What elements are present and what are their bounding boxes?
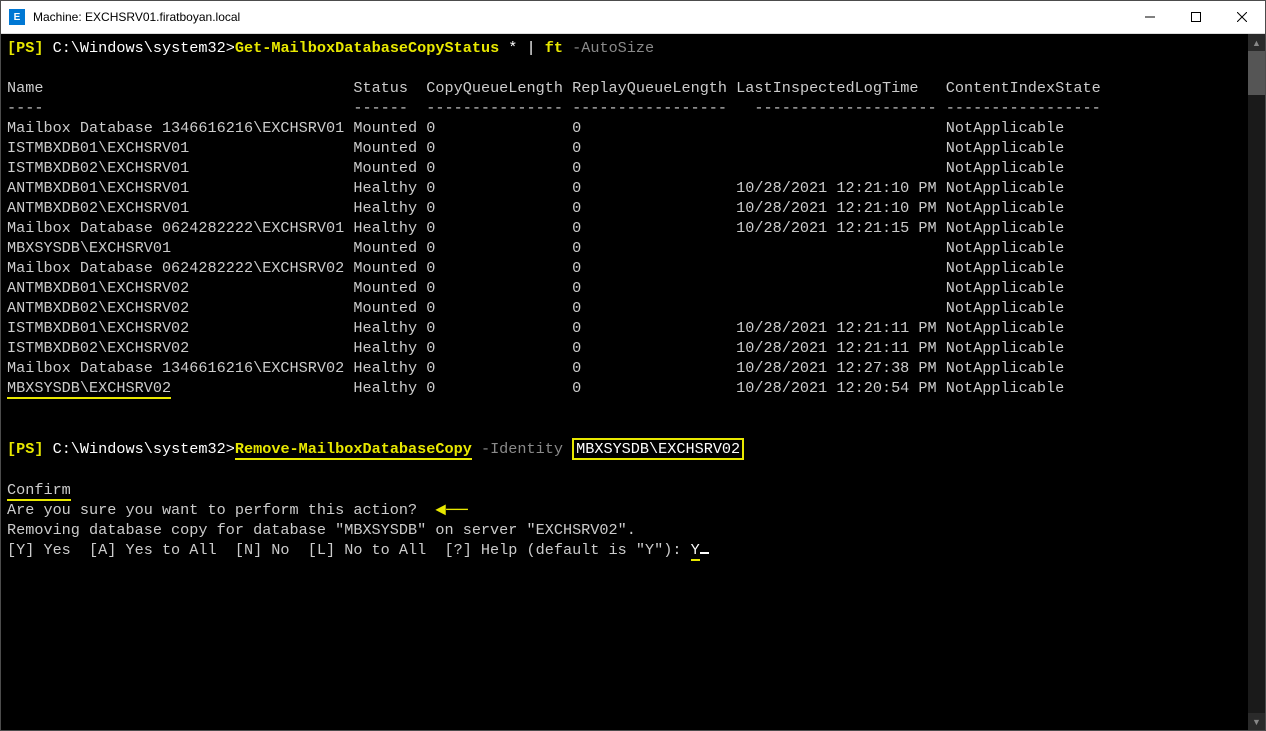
scroll-thumb[interactable] (1248, 51, 1265, 95)
dashes: ---- ------ --------------- ------------… (7, 99, 1101, 117)
table-row-name: Mailbox Database 0624282222\EXCHSRV02 (7, 259, 353, 277)
cmd-identity-value: MBXSYSDB\EXCHSRV02 (572, 438, 744, 460)
table-row: Mailbox Database 1346616216\EXCHSRV02 He… (7, 359, 1064, 377)
terminal-content: [PS] C:\Windows\system32>Get-MailboxData… (7, 38, 1101, 560)
table-row: Mailbox Database 0624282222\EXCHSRV02 Mo… (7, 259, 1064, 277)
table-row-name: ISTMBXDB01\EXCHSRV02 (7, 319, 353, 337)
cmd-pipe: | (517, 39, 544, 57)
cursor-icon (700, 552, 709, 554)
table-row: ANTMBXDB01\EXCHSRV01 Healthy 0 0 10/28/2… (7, 179, 1064, 197)
table-row: MBXSYSDB\EXCHSRV01 Mounted 0 0 NotApplic… (7, 239, 1064, 257)
col-cis: ContentIndexState (946, 79, 1101, 97)
cmd-remove-copy: Remove-MailboxDatabaseCopy (235, 440, 472, 460)
table-row-name: MBXSYSDB\EXCHSRV02 (7, 379, 171, 399)
table-row: MBXSYSDB\EXCHSRV02 Healthy 0 0 10/28/202… (7, 379, 1064, 399)
scroll-track[interactable] (1248, 51, 1265, 713)
terminal[interactable]: [PS] C:\Windows\system32>Get-MailboxData… (1, 34, 1248, 730)
table-row-name: ANTMBXDB02\EXCHSRV02 (7, 299, 353, 317)
prompt-path: C:\Windows\system32> (43, 39, 234, 57)
prompt-path: C:\Windows\system32> (43, 440, 234, 458)
col-status: Status (353, 79, 426, 97)
table-row-name: ISTMBXDB02\EXCHSRV02 (7, 339, 353, 357)
maximize-button[interactable] (1173, 1, 1219, 33)
table-row: ISTMBXDB02\EXCHSRV02 Healthy 0 0 10/28/2… (7, 339, 1064, 357)
ps-marker: [PS] (7, 440, 43, 458)
table-row-name: ISTMBXDB02\EXCHSRV01 (7, 159, 353, 177)
table-row: ANTMBXDB02\EXCHSRV01 Healthy 0 0 10/28/2… (7, 199, 1064, 217)
close-button[interactable] (1219, 1, 1265, 33)
client-area: [PS] C:\Windows\system32>Get-MailboxData… (1, 34, 1265, 730)
app-icon: E (9, 9, 25, 25)
table-row: ISTMBXDB02\EXCHSRV01 Mounted 0 0 NotAppl… (7, 159, 1064, 177)
table-row: ISTMBXDB01\EXCHSRV01 Mounted 0 0 NotAppl… (7, 139, 1064, 157)
ps-marker: [PS] (7, 39, 43, 57)
scrollbar[interactable]: ▲ ▼ (1248, 34, 1265, 730)
cmd-get-status: Get-MailboxDatabaseCopyStatus (235, 39, 499, 57)
cmd-identity-flag: -Identity (472, 440, 572, 458)
cmd-ft: ft (545, 39, 563, 57)
titlebar[interactable]: E Machine: EXCHSRV01.firatboyan.local (1, 1, 1265, 34)
table-row: ANTMBXDB02\EXCHSRV02 Mounted 0 0 NotAppl… (7, 299, 1064, 317)
confirm-answer[interactable]: Y (691, 541, 700, 561)
table-row: Mailbox Database 0624282222\EXCHSRV01 He… (7, 219, 1064, 237)
confirm-question: Are you sure you want to perform this ac… (7, 501, 417, 519)
table-row-name: ANTMBXDB01\EXCHSRV01 (7, 179, 353, 197)
col-lilt: LastInspectedLogTime (736, 79, 946, 97)
table-row: ISTMBXDB01\EXCHSRV02 Healthy 0 0 10/28/2… (7, 319, 1064, 337)
table-row-name: Mailbox Database 0624282222\EXCHSRV01 (7, 219, 353, 237)
col-cql: CopyQueueLength (426, 79, 572, 97)
arrow-annotation-icon: ◄── (435, 501, 467, 521)
confirm-title: Confirm (7, 481, 71, 501)
window-frame: E Machine: EXCHSRV01.firatboyan.local [P… (0, 0, 1266, 731)
window-title: Machine: EXCHSRV01.firatboyan.local (33, 10, 1127, 24)
table-row-name: MBXSYSDB\EXCHSRV01 (7, 239, 353, 257)
table-row-name: ISTMBXDB01\EXCHSRV01 (7, 139, 353, 157)
minimize-button[interactable] (1127, 1, 1173, 33)
confirm-message: Removing database copy for database "MBX… (7, 521, 636, 539)
scroll-up-icon[interactable]: ▲ (1248, 34, 1265, 51)
table-row-name: Mailbox Database 1346616216\EXCHSRV01 (7, 119, 353, 137)
table-row-name: Mailbox Database 1346616216\EXCHSRV02 (7, 359, 353, 377)
window-controls (1127, 1, 1265, 33)
confirm-options[interactable]: [Y] Yes [A] Yes to All [N] No [L] No to … (7, 541, 691, 559)
table-row-name: ANTMBXDB01\EXCHSRV02 (7, 279, 353, 297)
table-row: Mailbox Database 1346616216\EXCHSRV01 Mo… (7, 119, 1064, 137)
table-row: ANTMBXDB01\EXCHSRV02 Mounted 0 0 NotAppl… (7, 279, 1064, 297)
cmd-autosize: -AutoSize (563, 39, 654, 57)
cmd-arg-star: * (499, 39, 517, 57)
col-rql: ReplayQueueLength (572, 79, 736, 97)
col-name: Name (7, 79, 353, 97)
table-row-name: ANTMBXDB02\EXCHSRV01 (7, 199, 353, 217)
scroll-down-icon[interactable]: ▼ (1248, 713, 1265, 730)
